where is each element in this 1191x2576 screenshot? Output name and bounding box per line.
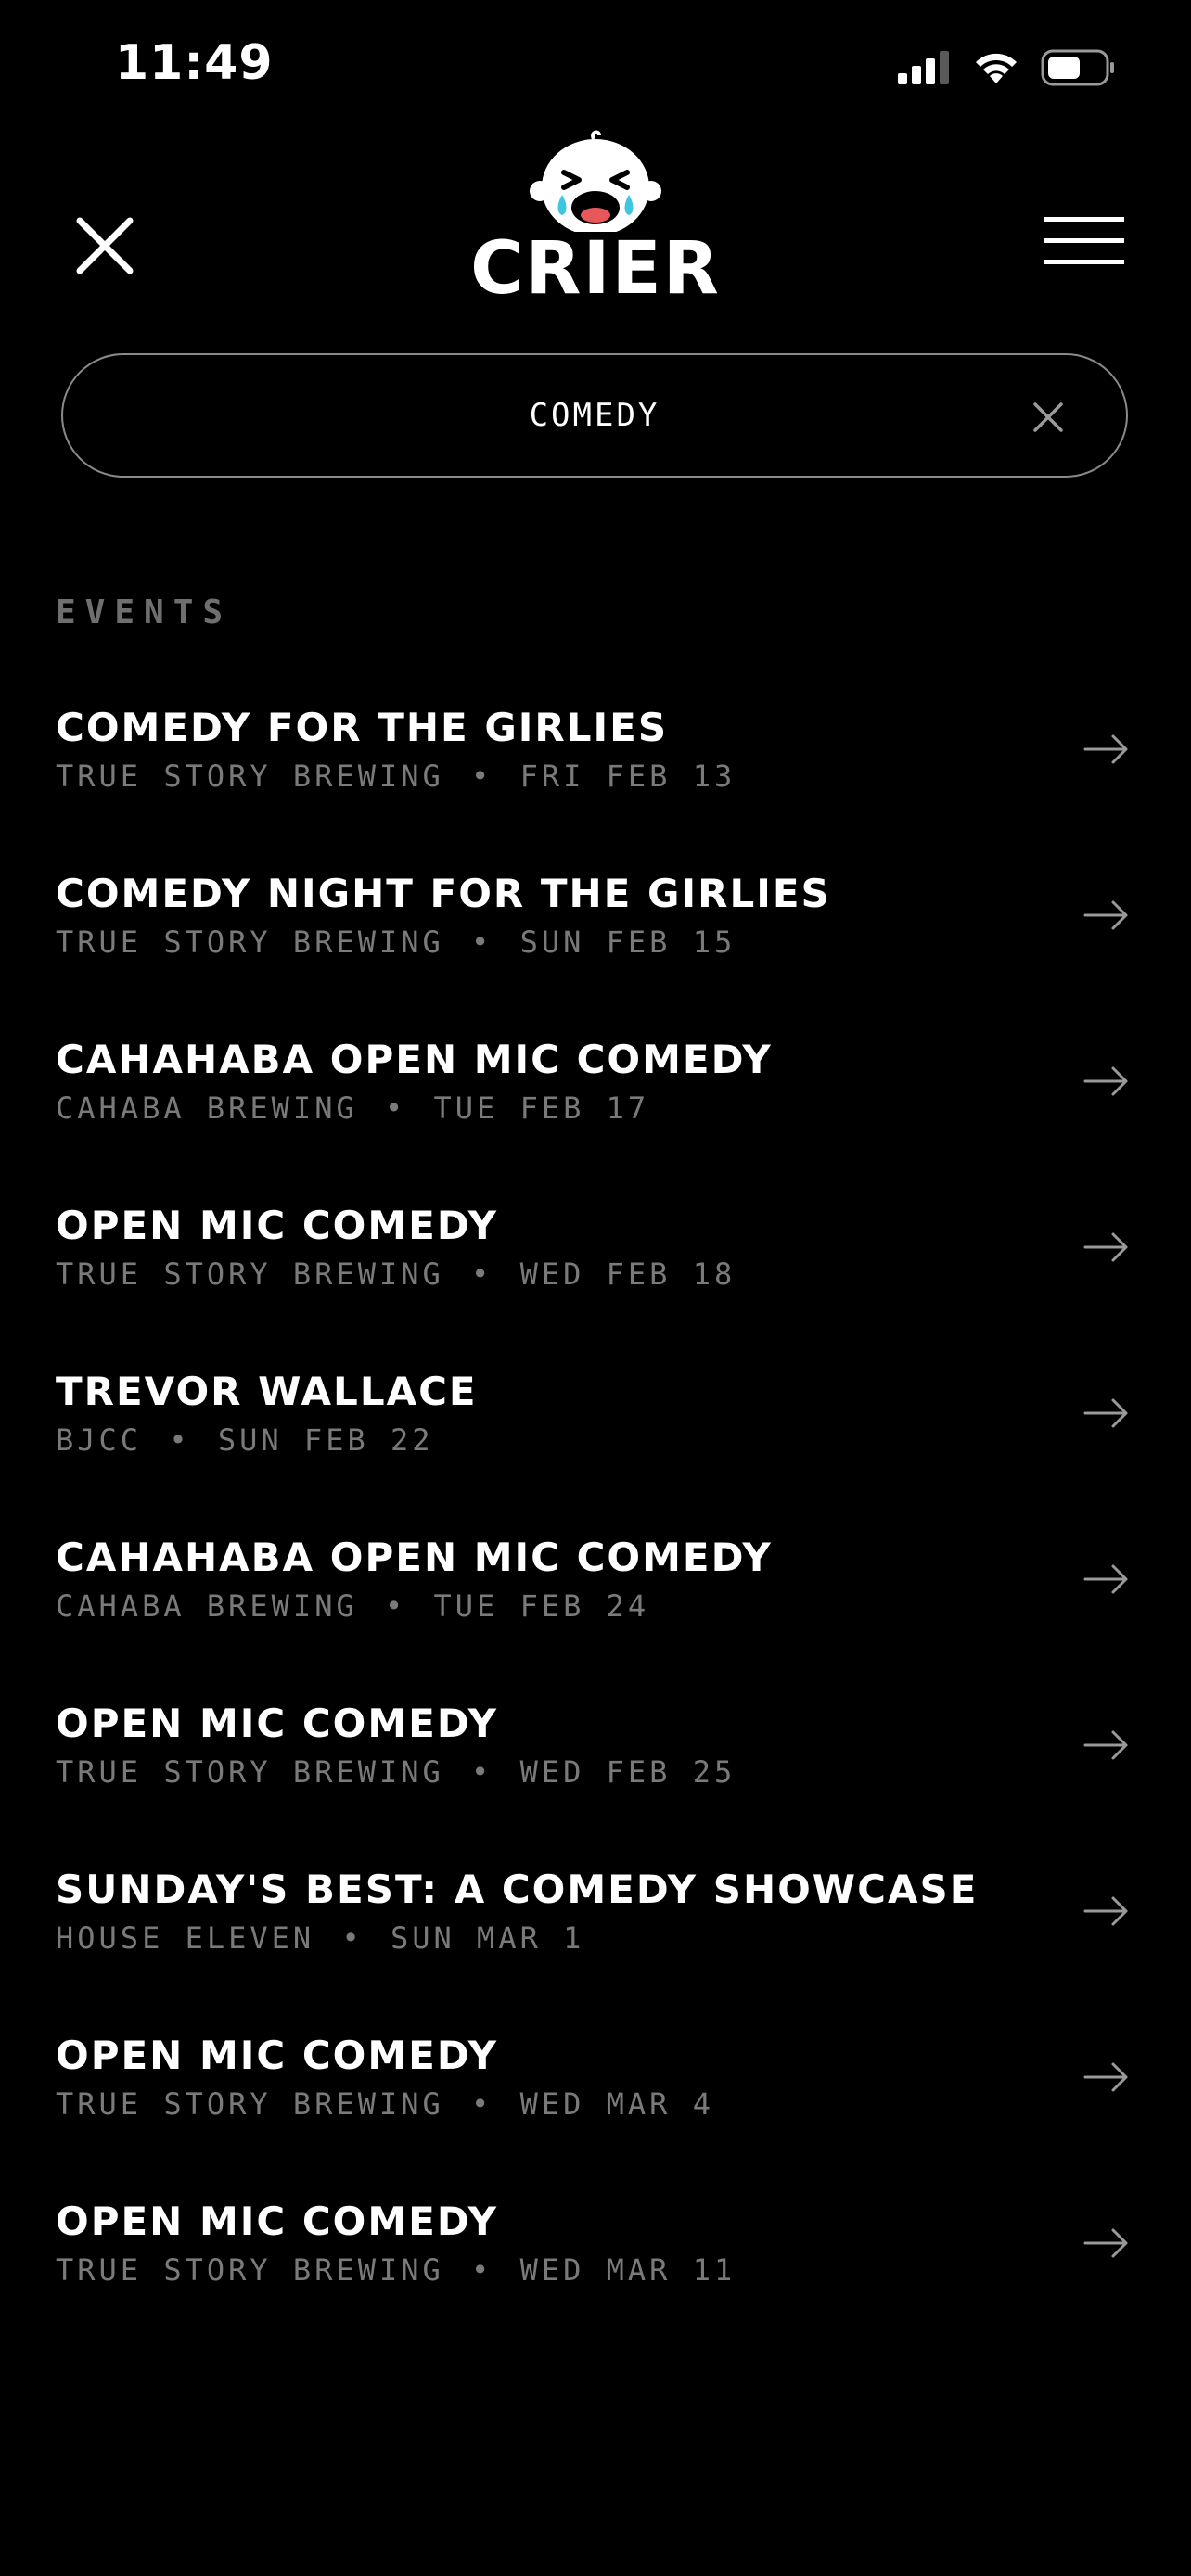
event-title: TREVOR WALLACE xyxy=(56,1369,478,1414)
signal-icon xyxy=(898,51,949,84)
event-row[interactable]: COMEDY FOR THE GIRLIES TRUE STORY BREWIN… xyxy=(0,686,1191,852)
event-row[interactable]: OPEN MIC COMEDY TRUE STORY BREWING • WED… xyxy=(0,1184,1191,1350)
event-meta: TRUE STORY BREWING • WED FEB 18 xyxy=(56,1256,736,1292)
event-separator: • xyxy=(384,1090,407,1126)
event-date: SUN MAR 1 xyxy=(390,1920,585,1956)
menu-button[interactable] xyxy=(1044,215,1124,267)
arrow-right-icon xyxy=(1083,734,1128,764)
event-row[interactable]: COMEDY NIGHT FOR THE GIRLIES TRUE STORY … xyxy=(0,852,1191,1018)
arrow-right-icon xyxy=(1083,1564,1128,1594)
event-row[interactable]: CAHAHABA OPEN MIC COMEDY CAHABA BREWING … xyxy=(0,1018,1191,1184)
arrow-right-icon xyxy=(1083,1066,1128,1096)
event-venue: CAHABA BREWING xyxy=(56,1090,358,1126)
battery-icon xyxy=(1041,49,1114,86)
event-venue: BJCC xyxy=(56,1422,143,1458)
event-title: OPEN MIC COMEDY xyxy=(56,1701,499,1746)
event-separator: • xyxy=(384,1588,407,1624)
event-meta: CAHABA BREWING • TUE FEB 24 xyxy=(56,1588,649,1624)
close-icon xyxy=(76,217,134,274)
event-title: OPEN MIC COMEDY xyxy=(56,2033,499,2078)
event-date: FRI FEB 13 xyxy=(519,759,736,794)
event-title: OPEN MIC COMEDY xyxy=(56,2199,499,2244)
event-venue: TRUE STORY BREWING xyxy=(56,1754,444,1790)
event-venue: CAHABA BREWING xyxy=(56,1588,358,1624)
event-date: WED FEB 18 xyxy=(519,1256,736,1292)
event-separator: • xyxy=(471,1256,493,1292)
event-venue: TRUE STORY BREWING xyxy=(56,759,444,794)
arrow-right-icon xyxy=(1083,1896,1128,1926)
event-row[interactable]: OPEN MIC COMEDY TRUE STORY BREWING • WED… xyxy=(0,2180,1191,2346)
event-venue: TRUE STORY BREWING xyxy=(56,2086,444,2122)
event-date: SUN FEB 22 xyxy=(217,1422,434,1458)
event-meta: BJCC • SUN FEB 22 xyxy=(56,1422,434,1458)
event-title: OPEN MIC COMEDY xyxy=(56,1203,499,1248)
event-venue: TRUE STORY BREWING xyxy=(56,2252,444,2288)
event-date: WED MAR 11 xyxy=(519,2252,736,2288)
event-separator: • xyxy=(471,759,493,794)
arrow-right-icon xyxy=(1083,1232,1128,1262)
logo-text: CRIER xyxy=(470,227,721,311)
wifi-icon xyxy=(976,53,1017,83)
event-separator: • xyxy=(341,1920,364,1956)
event-date: SUN FEB 15 xyxy=(519,925,736,960)
status-bar: 11:49 xyxy=(0,0,1191,139)
event-title: SUNDAY'S BEST: A COMEDY SHOWCASE xyxy=(56,1867,979,1912)
clear-search-button[interactable] xyxy=(1031,401,1065,434)
clear-icon xyxy=(1033,402,1063,432)
header: CRIER xyxy=(0,130,1191,315)
event-meta: TRUE STORY BREWING • FRI FEB 13 xyxy=(56,759,736,794)
event-title: CAHAHABA OPEN MIC COMEDY xyxy=(56,1037,773,1082)
arrow-right-icon xyxy=(1083,900,1128,930)
event-meta: TRUE STORY BREWING • WED MAR 4 xyxy=(56,2086,714,2122)
arrow-right-icon xyxy=(1083,1730,1128,1760)
event-list: COMEDY FOR THE GIRLIES TRUE STORY BREWIN… xyxy=(0,686,1191,2346)
event-separator: • xyxy=(471,925,493,960)
events-section-label: EVENTS xyxy=(56,593,233,631)
event-venue: HOUSE ELEVEN xyxy=(56,1920,315,1956)
event-row[interactable]: SUNDAY'S BEST: A COMEDY SHOWCASE HOUSE E… xyxy=(0,1848,1191,2014)
event-row[interactable]: TREVOR WALLACE BJCC • SUN FEB 22 xyxy=(0,1350,1191,1516)
event-date: TUE FEB 24 xyxy=(433,1588,650,1624)
event-separator: • xyxy=(471,2252,493,2288)
status-icons xyxy=(898,46,1115,89)
event-row[interactable]: CAHAHABA OPEN MIC COMEDY CAHABA BREWING … xyxy=(0,1516,1191,1682)
event-title: COMEDY NIGHT FOR THE GIRLIES xyxy=(56,871,831,916)
event-date: WED FEB 25 xyxy=(519,1754,736,1790)
event-separator: • xyxy=(471,1754,493,1790)
crying-baby-logo-icon xyxy=(530,130,661,232)
event-date: WED MAR 4 xyxy=(519,2086,714,2122)
event-date: TUE FEB 17 xyxy=(433,1090,650,1126)
event-separator: • xyxy=(471,2086,493,2122)
arrow-right-icon xyxy=(1083,2228,1128,2258)
event-title: CAHAHABA OPEN MIC COMEDY xyxy=(56,1535,773,1580)
event-title: COMEDY FOR THE GIRLIES xyxy=(56,705,669,750)
event-separator: • xyxy=(169,1422,191,1458)
event-venue: TRUE STORY BREWING xyxy=(56,1256,444,1292)
event-meta: CAHABA BREWING • TUE FEB 17 xyxy=(56,1090,649,1126)
event-venue: TRUE STORY BREWING xyxy=(56,925,444,960)
crier-logo[interactable]: CRIER xyxy=(464,130,727,306)
search-bar: COMEDY xyxy=(61,353,1128,478)
event-meta: TRUE STORY BREWING • SUN FEB 15 xyxy=(56,925,736,960)
event-meta: HOUSE ELEVEN • SUN MAR 1 xyxy=(56,1920,584,1956)
event-row[interactable]: OPEN MIC COMEDY TRUE STORY BREWING • WED… xyxy=(0,2014,1191,2180)
event-meta: TRUE STORY BREWING • WED FEB 25 xyxy=(56,1754,736,1790)
arrow-right-icon xyxy=(1083,1398,1128,1428)
hamburger-menu-icon xyxy=(1044,217,1124,264)
arrow-right-icon xyxy=(1083,2062,1128,2092)
search-input[interactable]: COMEDY xyxy=(63,355,1126,476)
event-meta: TRUE STORY BREWING • WED MAR 11 xyxy=(56,2252,736,2288)
event-row[interactable]: OPEN MIC COMEDY TRUE STORY BREWING • WED… xyxy=(0,1682,1191,1848)
close-button[interactable] xyxy=(72,213,137,278)
status-time: 11:49 xyxy=(115,35,274,91)
